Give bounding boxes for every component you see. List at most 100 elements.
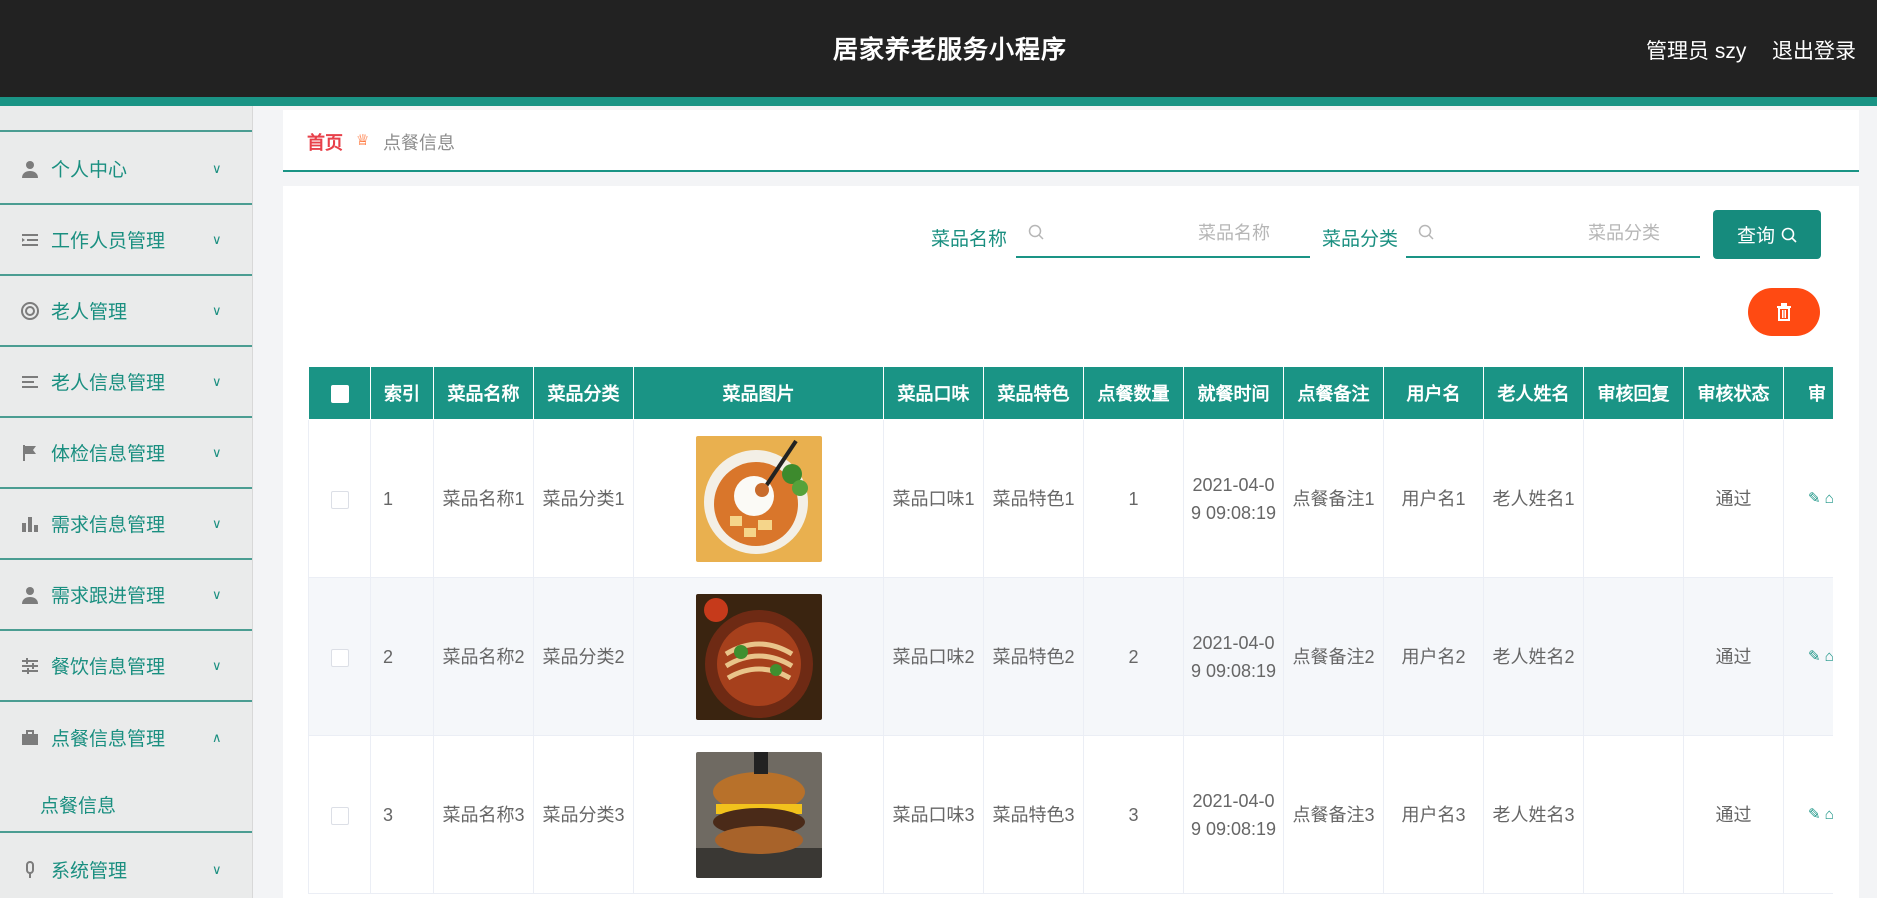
dish-category-input[interactable] <box>1446 216 1696 250</box>
cell-meal-time: 2021-04-09 09:08:19 <box>1183 735 1284 894</box>
sidebar: 首页 个人中心 ∨ 工作人员管理 ∨ 老人管理 ∨ 老人信息管理 ∨ 体检信息管… <box>0 106 253 898</box>
row-checkbox[interactable] <box>330 648 349 667</box>
column-header: 审核状态 <box>1683 366 1784 420</box>
column-header: 审 <box>1783 366 1833 420</box>
content-card: 菜品名称 菜品分类 查询 索引 菜品名称 菜品分类 菜品图片 <box>283 186 1859 898</box>
briefcase-icon <box>20 728 40 748</box>
cell-dish-name: 菜品名称3 <box>433 735 534 894</box>
column-header: 审核回复 <box>1583 366 1684 420</box>
chevron-down-icon: ∨ <box>212 302 222 318</box>
dish-name-search[interactable] <box>1016 208 1310 258</box>
sidebar-item-ordering[interactable]: 点餐信息管理 ∧ <box>0 702 252 773</box>
table-row: 2 菜品名称2 菜品分类2 菜品口味2 菜品特色2 2 2021-04-09 0… <box>308 577 1833 736</box>
cell-dish-name: 菜品名称1 <box>433 419 534 578</box>
current-user: 管理员 szy <box>1646 40 1747 63</box>
cell-username: 用户名3 <box>1383 735 1484 894</box>
sidebar-item-elders[interactable]: 老人管理 ∨ <box>0 276 252 347</box>
chevron-down-icon: ∨ <box>212 586 222 602</box>
sidebar-subitem-order-info[interactable]: 点餐信息 <box>0 773 252 833</box>
user-icon <box>20 159 40 179</box>
delete-icon[interactable]: ⌂ <box>1825 490 1833 507</box>
cell-index: 1 <box>370 419 434 578</box>
dish-name-label: 菜品名称 <box>931 229 1008 250</box>
sidebar-item-label: 老人信息管理 <box>51 373 166 394</box>
search-icon <box>1418 224 1434 240</box>
cell-dish-feature: 菜品特色2 <box>983 577 1084 736</box>
sidebar-item-label: 需求跟进管理 <box>51 586 166 607</box>
sidebar-item-personal-center[interactable]: 个人中心 ∨ <box>0 134 252 205</box>
search-icon <box>1028 224 1044 240</box>
edit-icon[interactable]: ✎ <box>1808 648 1821 665</box>
cell-elder-name: 老人姓名2 <box>1483 577 1584 736</box>
chevron-down-icon: ∨ <box>212 515 222 531</box>
dish-category-label: 菜品分类 <box>1322 229 1399 250</box>
sidebar-item-label: 工作人员管理 <box>51 231 166 252</box>
row-checkbox[interactable] <box>330 806 349 825</box>
column-header: 点餐数量 <box>1083 366 1184 420</box>
query-button[interactable]: 查询 <box>1713 210 1821 259</box>
dish-image <box>695 435 822 562</box>
dish-category-search[interactable] <box>1406 208 1700 258</box>
sidebar-item-system[interactable]: 系统管理 ∨ <box>0 835 252 898</box>
app-title: 居家养老服务小程序 <box>832 36 1067 64</box>
sidebar-item-label: 系统管理 <box>51 861 128 882</box>
cell-meal-time: 2021-04-09 09:08:19 <box>1183 577 1284 736</box>
cell-review-status: 通过 <box>1683 419 1784 578</box>
breadcrumb-current: 点餐信息 <box>383 133 455 153</box>
user-icon <box>20 585 40 605</box>
trash-icon <box>1777 303 1791 321</box>
sidebar-item-demand[interactable]: 需求信息管理 ∨ <box>0 489 252 560</box>
cell-dish-feature: 菜品特色3 <box>983 735 1084 894</box>
cell-dish-image <box>633 419 884 578</box>
sidebar-item-elder-info[interactable]: 老人信息管理 ∨ <box>0 347 252 418</box>
cell-order-qty: 1 <box>1083 419 1184 578</box>
table-row: 1 菜品名称1 菜品分类1 菜品口味1 菜品特色1 1 2021-04-09 0… <box>308 419 1833 578</box>
logout-button[interactable]: 退出登录 <box>1772 35 1856 65</box>
table-row: 3 菜品名称3 菜品分类3 菜品口味3 菜品特色3 3 2021-04-09 0… <box>308 735 1833 894</box>
cell-order-remark: 点餐备注1 <box>1283 419 1384 578</box>
edit-icon[interactable]: ✎ <box>1808 806 1821 823</box>
select-all-checkbox[interactable] <box>330 384 349 403</box>
cell-index: 3 <box>370 735 434 894</box>
column-header: 老人姓名 <box>1483 366 1584 420</box>
sidebar-item-label: 点餐信息管理 <box>51 729 166 750</box>
column-header: 用户名 <box>1383 366 1484 420</box>
cell-review-reply <box>1583 419 1684 578</box>
cell-dish-image <box>633 577 884 736</box>
cell-dish-category: 菜品分类2 <box>533 577 634 736</box>
column-header: 菜品名称 <box>433 366 534 420</box>
dish-image <box>695 751 822 878</box>
sidebar-item-demand-follow[interactable]: 需求跟进管理 ∨ <box>0 560 252 631</box>
cell-order-remark: 点餐备注3 <box>1283 735 1384 894</box>
select-all-cell[interactable] <box>308 366 371 420</box>
column-header: 索引 <box>370 366 434 420</box>
sidebar-item-label: 个人中心 <box>51 160 128 181</box>
sidebar-subitem-label: 点餐信息 <box>40 796 117 817</box>
flag-icon <box>20 443 40 463</box>
batch-delete-button[interactable] <box>1748 288 1820 336</box>
dish-name-input[interactable] <box>1056 216 1306 250</box>
table-header-row: 索引 菜品名称 菜品分类 菜品图片 菜品口味 菜品特色 点餐数量 就餐时间 点餐… <box>308 366 1833 420</box>
chevron-down-icon: ∨ <box>212 373 222 389</box>
sidebar-item-checkup[interactable]: 体检信息管理 ∨ <box>0 418 252 489</box>
cell-username: 用户名1 <box>1383 419 1484 578</box>
column-header: 点餐备注 <box>1283 366 1384 420</box>
sidebar-item-staff[interactable]: 工作人员管理 ∨ <box>0 205 252 276</box>
edit-icon[interactable]: ✎ <box>1808 490 1821 507</box>
delete-icon[interactable]: ⌂ <box>1825 648 1833 665</box>
cell-dish-taste: 菜品口味3 <box>883 735 984 894</box>
cell-index: 2 <box>370 577 434 736</box>
sliders-icon <box>20 656 40 676</box>
cell-order-qty: 3 <box>1083 735 1184 894</box>
sidebar-item-catering[interactable]: 餐饮信息管理 ∨ <box>0 631 252 702</box>
bar-chart-icon <box>20 514 40 534</box>
column-header: 菜品口味 <box>883 366 984 420</box>
delete-icon[interactable]: ⌂ <box>1825 806 1833 823</box>
sidebar-item-home[interactable]: 首页 <box>0 106 252 132</box>
cell-review-reply <box>1583 735 1684 894</box>
sidebar-item-label: 需求信息管理 <box>51 515 166 536</box>
cell-dish-name: 菜品名称2 <box>433 577 534 736</box>
list-indent-icon <box>20 230 40 250</box>
row-checkbox[interactable] <box>330 490 349 509</box>
breadcrumb-home-link[interactable]: 首页 <box>307 129 343 155</box>
